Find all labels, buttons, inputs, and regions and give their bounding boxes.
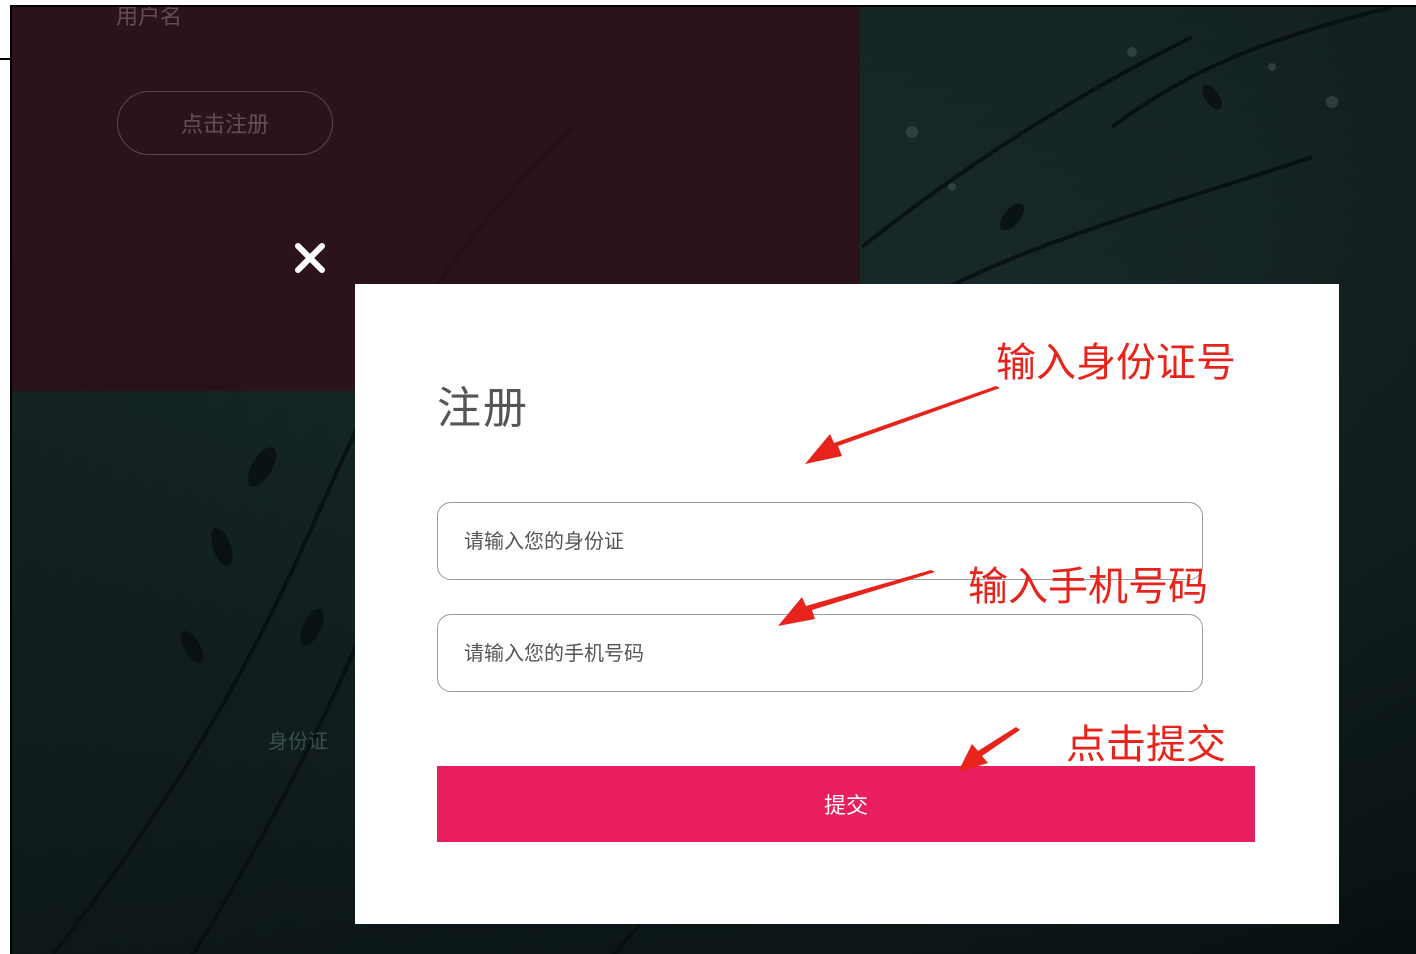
phone-number-input[interactable] — [437, 614, 1203, 692]
screen: 用户名 点击注册 身份证 注册 提交 输入身份证号 输入手机号码 点击提交 — [0, 0, 1416, 954]
background-register-button: 点击注册 — [117, 91, 333, 155]
annotation-submit-hint: 点击提交 — [1066, 722, 1226, 768]
close-icon[interactable] — [292, 240, 328, 276]
annotation-id-hint: 输入身份证号 — [996, 340, 1236, 386]
modal-title: 注册 — [437, 383, 529, 434]
background-heading: 用户名 — [116, 5, 183, 30]
submit-button[interactable]: 提交 — [437, 766, 1255, 842]
background-faint-label: 身份证 — [268, 729, 328, 753]
annotation-phone-hint: 输入手机号码 — [968, 564, 1208, 610]
